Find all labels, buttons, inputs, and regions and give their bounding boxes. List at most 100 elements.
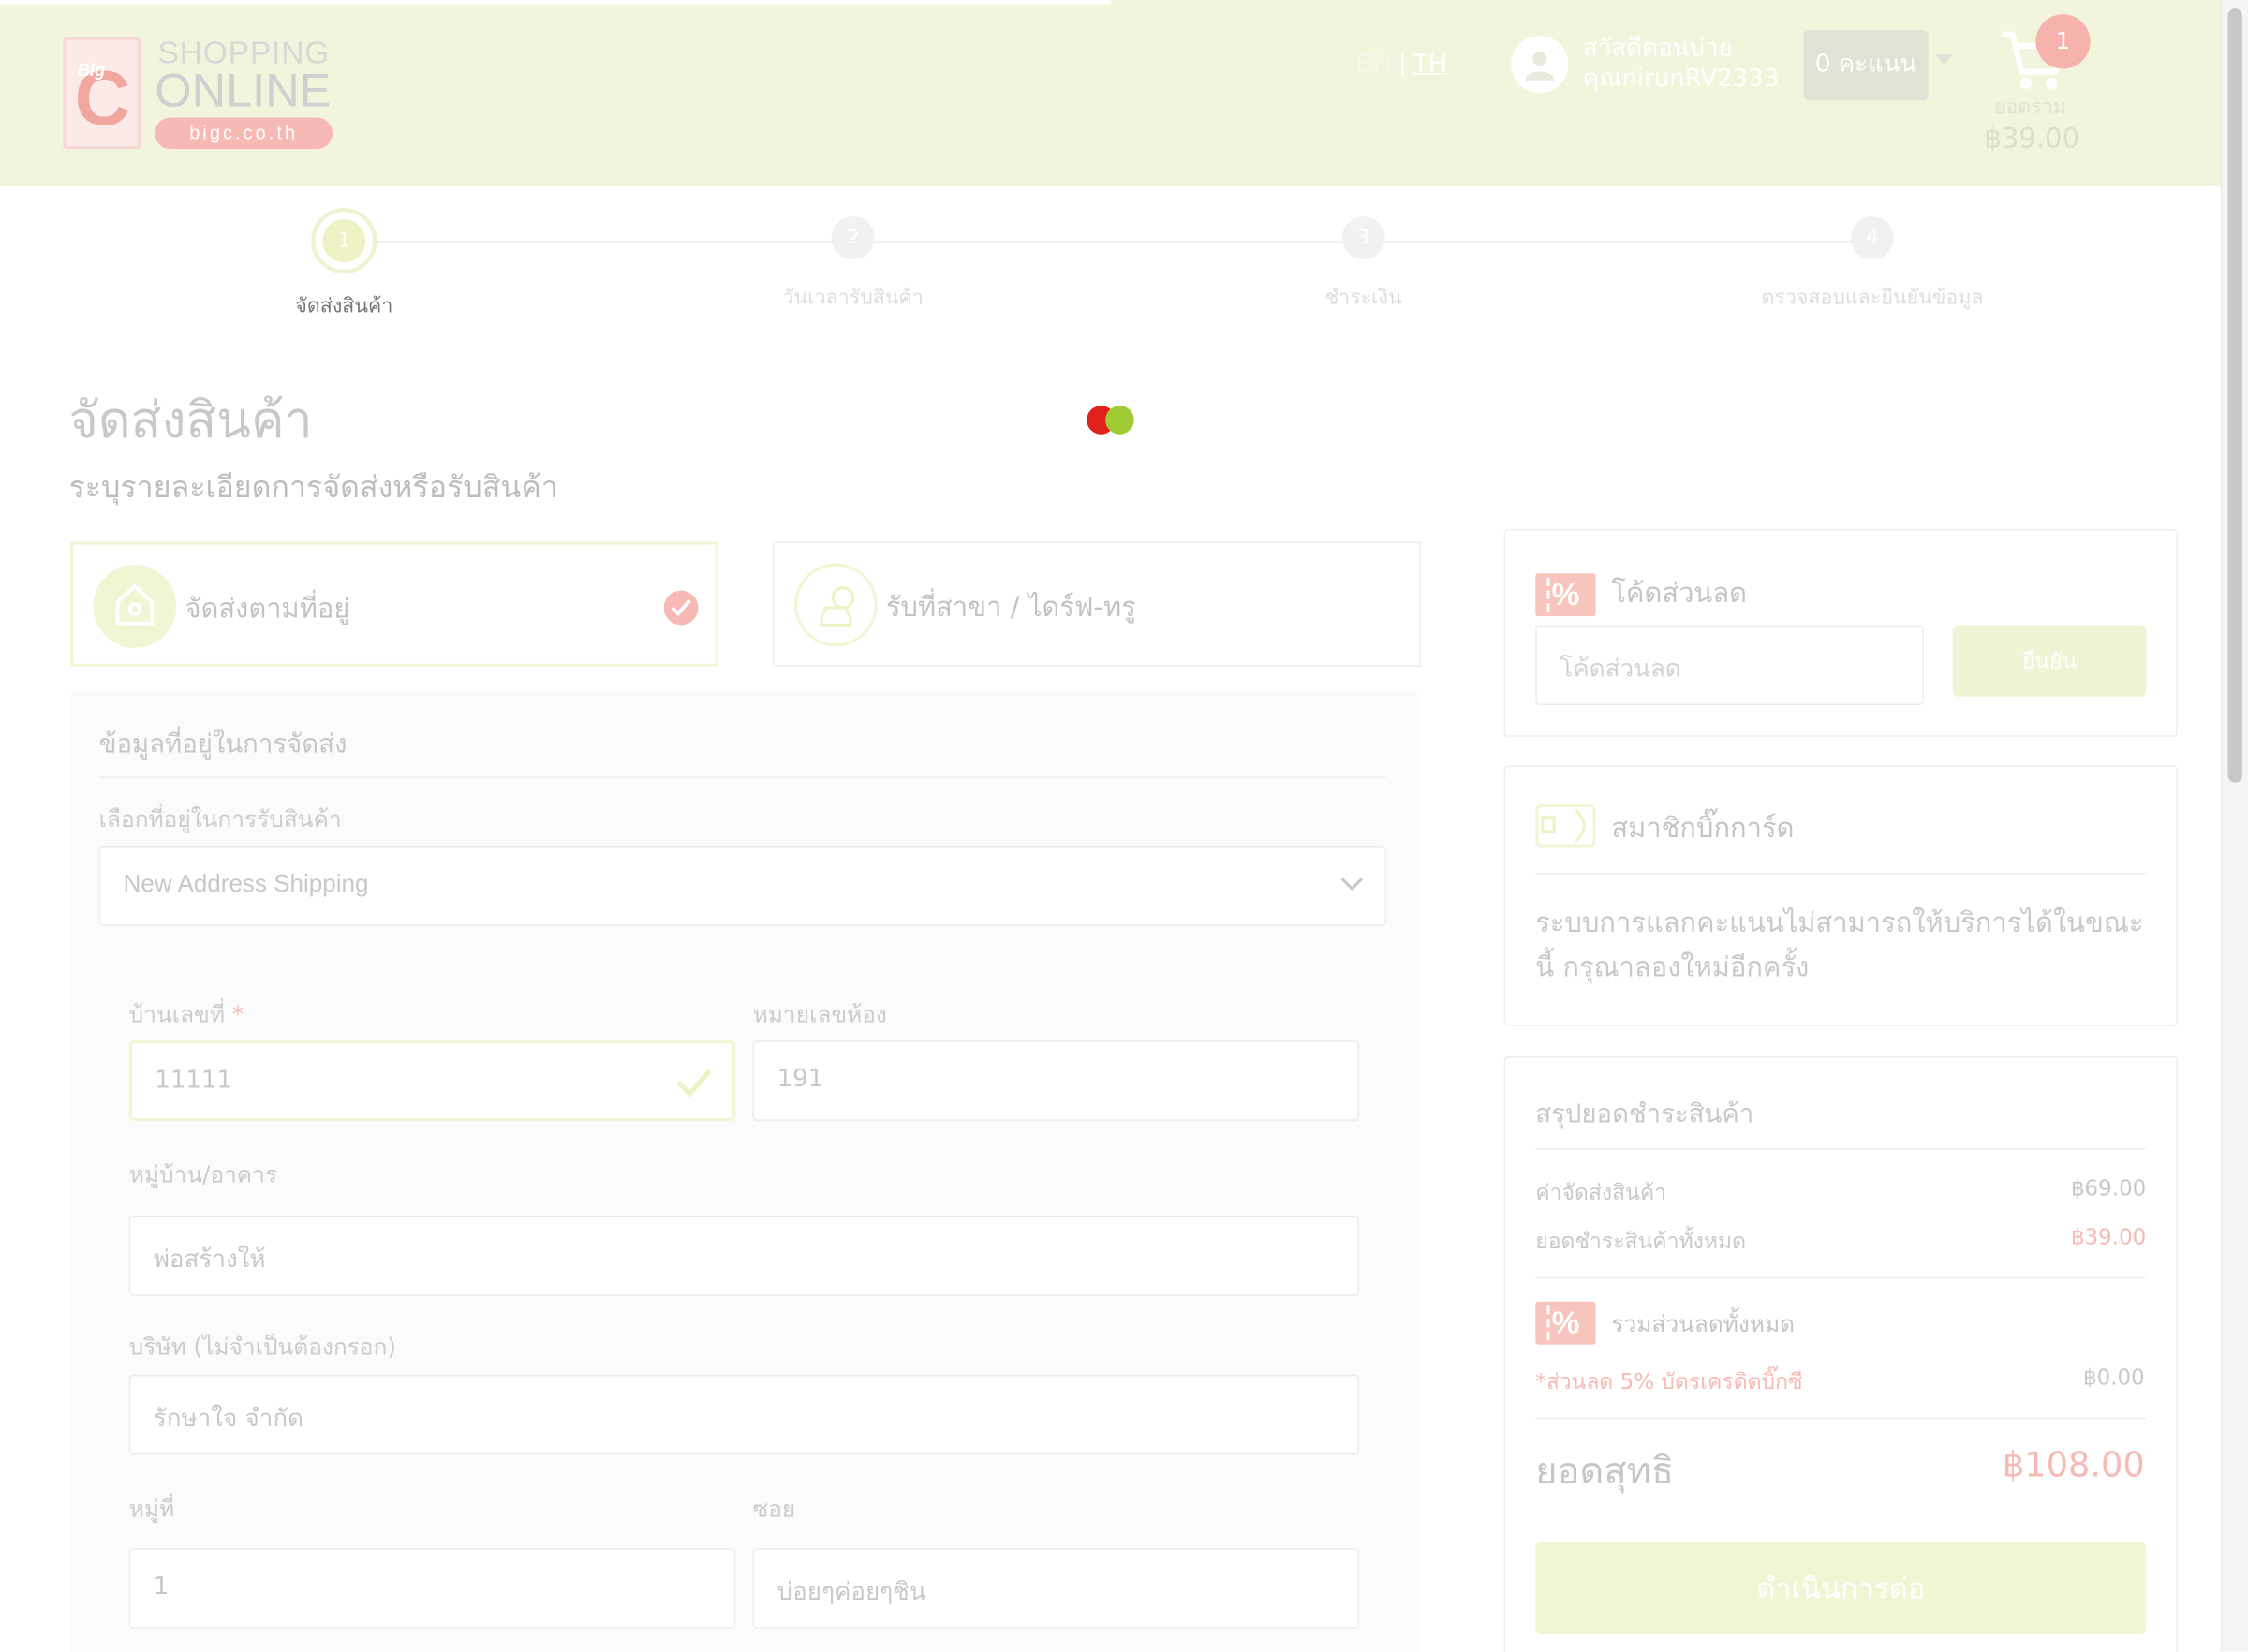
checkmark-icon <box>676 1069 712 1098</box>
coupon-card: % โค้ดส่วนลด โค้ดส่วนลด ยืนยัน <box>1503 528 2178 737</box>
order-summary-card: สรุปยอดชำระสินค้า ค่าจัดส่งสินค้า ฿69.00… <box>1503 1056 2178 1652</box>
house-no-value: 11111 <box>155 1066 233 1096</box>
user-avatar-icon[interactable] <box>1511 36 1569 94</box>
coupon-confirm-button[interactable]: ยืนยัน <box>1952 625 2147 697</box>
soi-value: บ่อยๆค่อยๆชิน <box>776 1578 926 1607</box>
step-number: 2 <box>831 216 875 260</box>
net-total-value: ฿108.00 <box>2002 1444 2145 1485</box>
discount-percent-icon: % <box>1535 1301 1596 1345</box>
continue-button[interactable]: ดำเนินการต่อ <box>1535 1541 2147 1634</box>
member-card-glyph <box>1541 808 1586 843</box>
net-total-label: ยอดสุทธิ <box>1535 1450 1675 1494</box>
house-icon-circle <box>93 565 177 648</box>
items-total-label: ยอดชำระสินค้าทั้งหมด <box>1535 1228 1747 1255</box>
company-input[interactable]: รักษาใจ จำกัด <box>128 1374 1360 1455</box>
step-shipping: 1 จัดส่งสินค้า <box>200 207 487 322</box>
room-no-value: 191 <box>776 1065 824 1094</box>
cart-total-label: ยอดรวม <box>1993 96 2066 120</box>
page-title: จัดส่งสินค้า <box>68 392 313 450</box>
divider <box>1535 1417 2147 1420</box>
step-label: จัดส่งสินค้า <box>295 295 393 318</box>
delivery-option-pickup[interactable]: รับที่สาขา / ไดร์ฟ-ทรู <box>772 541 1421 667</box>
cart-count-badge: 1 <box>2035 14 2091 69</box>
village-input[interactable]: พ่อสร้างให้ <box>128 1215 1360 1296</box>
greeting-time: สวัสดีตอนบ่าย <box>1582 34 1733 64</box>
summary-title: สรุปยอดชำระสินค้า <box>1535 1099 1754 1130</box>
village-label: หมู่บ้าน/อาคาร <box>128 1160 278 1188</box>
step-ring: 1 <box>311 207 377 274</box>
summary-items-row: ยอดชำระสินค้าทั้งหมด ฿39.00 <box>1535 1224 2146 1259</box>
member-card-icon <box>1535 804 1596 848</box>
logo-mark: C Big <box>63 37 140 150</box>
bigcard-title: สมาชิกบิ๊กการ์ด <box>1611 812 1795 845</box>
user-icon <box>1525 52 1555 81</box>
step-payment: 3 ชำระเงิน <box>1220 208 1507 314</box>
coupon-dash <box>1546 577 1550 612</box>
page-root: C Big SHOPPING ONLINE bigc.co.th EN | TH… <box>0 0 2248 1652</box>
stepper-line <box>344 241 1872 243</box>
moo-value: 1 <box>153 1572 170 1601</box>
step-number: 1 <box>322 219 366 263</box>
loading-bar <box>0 0 1112 5</box>
cart-button[interactable]: 1 ยอดรวม ฿39.00 <box>1984 14 2101 157</box>
step-number: 3 <box>1341 216 1385 260</box>
summary-shipping-row: ค่าจัดส่งสินค้า ฿69.00 <box>1535 1175 2146 1210</box>
coupon-title: โค้ดส่วนลด <box>1611 577 1748 610</box>
moo-input[interactable]: 1 <box>128 1548 736 1629</box>
logo-big-text: Big <box>77 60 106 81</box>
house-no-input[interactable]: 11111 <box>128 1040 736 1121</box>
village-value: พ่อสร้างให้ <box>153 1246 266 1275</box>
house-icon <box>115 584 155 626</box>
house-no-label: บ้านเลขที่ * <box>129 997 244 1033</box>
coupon-code-input[interactable]: โค้ดส่วนลด <box>1535 625 1925 706</box>
soi-input[interactable]: บ่อยๆค่อยๆชิน <box>752 1548 1360 1629</box>
lang-en-link[interactable]: EN <box>1356 49 1392 78</box>
room-no-input[interactable]: 191 <box>752 1040 1360 1121</box>
items-total-value: ฿39.00 <box>2070 1224 2147 1250</box>
logo-online-text: ONLINE <box>155 63 332 116</box>
step-number: 4 <box>1851 216 1894 260</box>
greeting-username: คุณnirunRV2333 <box>1582 64 1780 94</box>
check-mark <box>671 599 691 616</box>
page-scrollbar[interactable] <box>2220 0 2248 1652</box>
coupon-icon-text: % <box>1551 576 1580 612</box>
lang-th-link[interactable]: TH <box>1412 49 1447 78</box>
shipping-address-form: ข้อมูลที่อยู่ในการจัดส่ง เลือกที่อยู่ในก… <box>69 690 1420 1652</box>
coupon-dash <box>1546 1305 1550 1341</box>
address-select-value: New Address Shipping <box>123 870 369 898</box>
coupon-percent-icon: % <box>1535 573 1596 617</box>
discount-note: *ส่วนลด 5% บัตรเครดิตบิ๊กซี <box>1535 1368 1803 1395</box>
shipping-fee-value: ฿69.00 <box>2070 1175 2147 1202</box>
site-header: C Big SHOPPING ONLINE bigc.co.th EN | TH… <box>0 0 2221 186</box>
logo-site-pill: bigc.co.th <box>155 117 333 150</box>
shipping-fee-label: ค่าจัดส่งสินค้า <box>1535 1179 1667 1206</box>
user-greeting[interactable]: สวัสดีตอนบ่าย คุณnirunRV2333 <box>1583 35 1780 95</box>
cart-total-value: ฿39.00 <box>1984 123 2080 155</box>
step-review: 4 ตรวจสอบและยืนยันข้อมูล <box>1729 208 2016 314</box>
scrollbar-thumb[interactable] <box>2227 8 2242 783</box>
divider <box>1535 1148 2147 1150</box>
page-subtitle: ระบุรายละเอียดการจัดส่งหรือรับสินค้า <box>68 470 558 505</box>
check-circle-icon <box>663 590 699 626</box>
soi-label: ซอย <box>752 1495 796 1523</box>
points-button[interactable]: 0 คะแนน <box>1803 30 1929 101</box>
company-label: บริษัท (ไม่จำเป็นต้องกรอก) <box>128 1333 396 1361</box>
chevron-down-icon[interactable] <box>1935 54 1953 65</box>
step-label: ชำระเงิน <box>1324 287 1402 310</box>
bigcard-card: สมาชิกบิ๊กการ์ด ระบบการแลกคะแนนไม่สามารถ… <box>1503 765 2178 1026</box>
divider <box>1535 1276 2147 1279</box>
delivery-option-address[interactable]: จัดส่งตามที่อยู่ <box>69 541 718 667</box>
required-mark: * <box>231 1000 244 1028</box>
step-label: วันเวลารับสินค้า <box>782 287 924 310</box>
address-select[interactable]: New Address Shipping <box>98 846 1387 926</box>
bigcard-message: ระบบการแลกคะแนนไม่สามารถให้บริการได้ในขณ… <box>1535 907 2144 983</box>
pickup-car-icon <box>820 586 855 627</box>
discount-title: รวมส่วนลดทั้งหมด <box>1611 1309 1796 1338</box>
language-switcher: EN | TH <box>1356 49 1447 79</box>
page-stage: C Big SHOPPING ONLINE bigc.co.th EN | TH… <box>0 0 2248 1652</box>
coupon-placeholder: โค้ดส่วนลด <box>1560 655 1681 685</box>
chevron-down-icon <box>1340 878 1364 892</box>
store-car-icon-circle <box>793 563 878 647</box>
room-no-label: หมายเลขห้อง <box>752 1000 887 1028</box>
loading-spinner-green-dot <box>1105 406 1134 435</box>
